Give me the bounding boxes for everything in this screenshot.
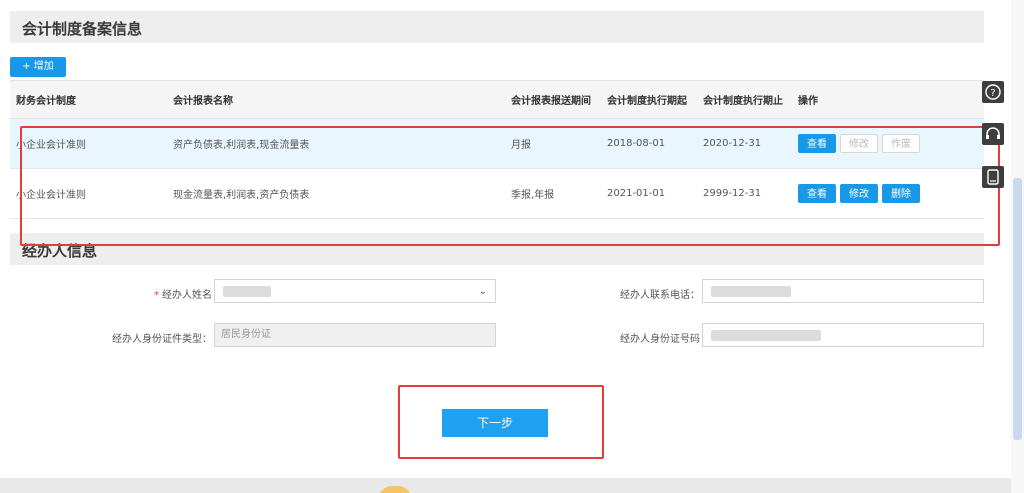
col-header-end: 会计制度执行期止 <box>697 80 792 119</box>
id-type-label: 经办人身份证件类型： <box>112 334 212 345</box>
question-circle-icon[interactable]: ? <box>982 81 1004 103</box>
scrollbar-thumb[interactable] <box>1013 178 1022 440</box>
svg-text:?: ? <box>990 88 995 99</box>
required-mark: * <box>154 290 159 301</box>
redacted-value <box>711 286 791 297</box>
id-type-field[interactable]: 居民身份证 <box>214 323 496 347</box>
agent-name-label: * 经办人姓名 <box>120 286 212 301</box>
redacted-value <box>223 286 271 297</box>
tablet-icon[interactable] <box>982 166 1004 188</box>
agent-phone-field[interactable] <box>702 279 984 303</box>
footer-bar <box>0 478 1011 493</box>
section-title-accounting: 会计制度备案信息 <box>22 20 143 38</box>
col-header-reports: 会计报表名称 <box>167 80 505 119</box>
id-number-field[interactable] <box>702 323 984 347</box>
agent-phone-label: 经办人联系电话： <box>620 290 700 301</box>
col-header-period: 会计报表报送期间 <box>505 80 601 119</box>
highlight-box-table <box>20 126 1000 246</box>
agent-name-select[interactable]: ⌄ <box>214 279 496 303</box>
redacted-value <box>711 330 821 341</box>
add-button[interactable]: + 增加 <box>10 57 66 77</box>
highlight-box-next <box>398 385 604 459</box>
table-header-row: 财务会计制度 会计报表名称 会计报表报送期间 会计制度执行期起 会计制度执行期止… <box>10 80 984 119</box>
agent-name-label-text: 经办人姓名 <box>162 290 212 301</box>
chevron-down-icon: ⌄ <box>478 286 487 297</box>
accounting-system-section-header: 会计制度备案信息 <box>10 11 984 43</box>
col-header-start: 会计制度执行期起 <box>601 80 697 119</box>
headset-icon[interactable] <box>982 123 1004 145</box>
col-header-system: 财务会计制度 <box>10 80 167 119</box>
col-header-actions: 操作 <box>792 80 984 119</box>
id-number-label: 经办人身份证号码 <box>620 334 700 345</box>
